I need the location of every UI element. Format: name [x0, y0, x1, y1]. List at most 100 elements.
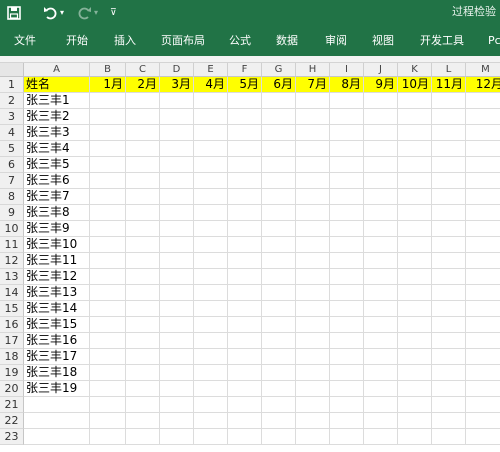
cell-c7[interactable]: [126, 173, 160, 189]
cell-f21[interactable]: [228, 397, 262, 413]
cell-d6[interactable]: [160, 157, 194, 173]
cell-f10[interactable]: [228, 221, 262, 237]
cell-f15[interactable]: [228, 301, 262, 317]
cell-a15[interactable]: 张三丰14: [24, 301, 90, 317]
cell-k21[interactable]: [398, 397, 432, 413]
cell-c3[interactable]: [126, 109, 160, 125]
cell-m23[interactable]: [466, 429, 500, 445]
cell-g3[interactable]: [262, 109, 296, 125]
cell-f13[interactable]: [228, 269, 262, 285]
row-header-9[interactable]: 9: [0, 205, 24, 221]
cell-a9[interactable]: 张三丰8: [24, 205, 90, 221]
cell-m4[interactable]: [466, 125, 500, 141]
cell-c10[interactable]: [126, 221, 160, 237]
ribbon-tab-0[interactable]: 文件: [14, 34, 36, 48]
cell-f11[interactable]: [228, 237, 262, 253]
column-header-a[interactable]: A: [24, 63, 90, 77]
cell-f19[interactable]: [228, 365, 262, 381]
cell-b8[interactable]: [90, 189, 126, 205]
cell-m5[interactable]: [466, 141, 500, 157]
cell-a1[interactable]: 姓名: [24, 77, 90, 93]
cell-d7[interactable]: [160, 173, 194, 189]
cell-d18[interactable]: [160, 349, 194, 365]
cell-e12[interactable]: [194, 253, 228, 269]
ribbon-tab-8[interactable]: 开发工具: [420, 34, 464, 48]
cell-e2[interactable]: [194, 93, 228, 109]
cell-e5[interactable]: [194, 141, 228, 157]
cell-b22[interactable]: [90, 413, 126, 429]
cell-j17[interactable]: [364, 333, 398, 349]
cell-k7[interactable]: [398, 173, 432, 189]
cell-l9[interactable]: [432, 205, 466, 221]
cell-g8[interactable]: [262, 189, 296, 205]
cell-m9[interactable]: [466, 205, 500, 221]
cell-m7[interactable]: [466, 173, 500, 189]
save-icon[interactable]: [7, 6, 21, 20]
cell-d2[interactable]: [160, 93, 194, 109]
cell-i1[interactable]: 8月: [330, 77, 364, 93]
cell-m6[interactable]: [466, 157, 500, 173]
cell-e9[interactable]: [194, 205, 228, 221]
cell-l6[interactable]: [432, 157, 466, 173]
cell-b13[interactable]: [90, 269, 126, 285]
cell-a8[interactable]: 张三丰7: [24, 189, 90, 205]
cell-g19[interactable]: [262, 365, 296, 381]
cell-a11[interactable]: 张三丰10: [24, 237, 90, 253]
cell-d8[interactable]: [160, 189, 194, 205]
cell-b21[interactable]: [90, 397, 126, 413]
cell-j14[interactable]: [364, 285, 398, 301]
cell-l19[interactable]: [432, 365, 466, 381]
cell-c8[interactable]: [126, 189, 160, 205]
cell-d14[interactable]: [160, 285, 194, 301]
row-header-3[interactable]: 3: [0, 109, 24, 125]
cell-e8[interactable]: [194, 189, 228, 205]
ribbon-tab-2[interactable]: 插入: [114, 34, 136, 48]
row-header-16[interactable]: 16: [0, 317, 24, 333]
cell-l23[interactable]: [432, 429, 466, 445]
cell-g6[interactable]: [262, 157, 296, 173]
cell-j23[interactable]: [364, 429, 398, 445]
cell-g12[interactable]: [262, 253, 296, 269]
cell-a16[interactable]: 张三丰15: [24, 317, 90, 333]
cell-l8[interactable]: [432, 189, 466, 205]
cell-i9[interactable]: [330, 205, 364, 221]
cell-g9[interactable]: [262, 205, 296, 221]
cell-d10[interactable]: [160, 221, 194, 237]
cell-b11[interactable]: [90, 237, 126, 253]
cell-h6[interactable]: [296, 157, 330, 173]
cell-k18[interactable]: [398, 349, 432, 365]
cell-c18[interactable]: [126, 349, 160, 365]
cell-c22[interactable]: [126, 413, 160, 429]
cell-l10[interactable]: [432, 221, 466, 237]
row-header-10[interactable]: 10: [0, 221, 24, 237]
cell-j5[interactable]: [364, 141, 398, 157]
cell-a10[interactable]: 张三丰9: [24, 221, 90, 237]
cell-l18[interactable]: [432, 349, 466, 365]
cell-b20[interactable]: [90, 381, 126, 397]
cell-j16[interactable]: [364, 317, 398, 333]
cell-j9[interactable]: [364, 205, 398, 221]
ribbon-tab-1[interactable]: 开始: [66, 34, 88, 48]
cell-l5[interactable]: [432, 141, 466, 157]
cell-m1[interactable]: 12月: [466, 77, 500, 93]
cell-a17[interactable]: 张三丰16: [24, 333, 90, 349]
cell-d11[interactable]: [160, 237, 194, 253]
spreadsheet-grid[interactable]: A B C D E F G H I J K L M 1 姓名 1月 2月 3月 4月 5月 6月 7月 8月 9月 10月 11月…: [0, 63, 500, 452]
cell-i17[interactable]: [330, 333, 364, 349]
cell-f14[interactable]: [228, 285, 262, 301]
cell-g21[interactable]: [262, 397, 296, 413]
cell-f9[interactable]: [228, 205, 262, 221]
cell-b19[interactable]: [90, 365, 126, 381]
cell-c1[interactable]: 2月: [126, 77, 160, 93]
cell-h7[interactable]: [296, 173, 330, 189]
cell-h1[interactable]: 7月: [296, 77, 330, 93]
cell-k16[interactable]: [398, 317, 432, 333]
cell-i15[interactable]: [330, 301, 364, 317]
cell-l1[interactable]: 11月: [432, 77, 466, 93]
column-header-c[interactable]: C: [126, 63, 160, 77]
cell-a23[interactable]: [24, 429, 90, 445]
cell-i14[interactable]: [330, 285, 364, 301]
cell-g15[interactable]: [262, 301, 296, 317]
column-header-h[interactable]: H: [296, 63, 330, 77]
cell-f8[interactable]: [228, 189, 262, 205]
